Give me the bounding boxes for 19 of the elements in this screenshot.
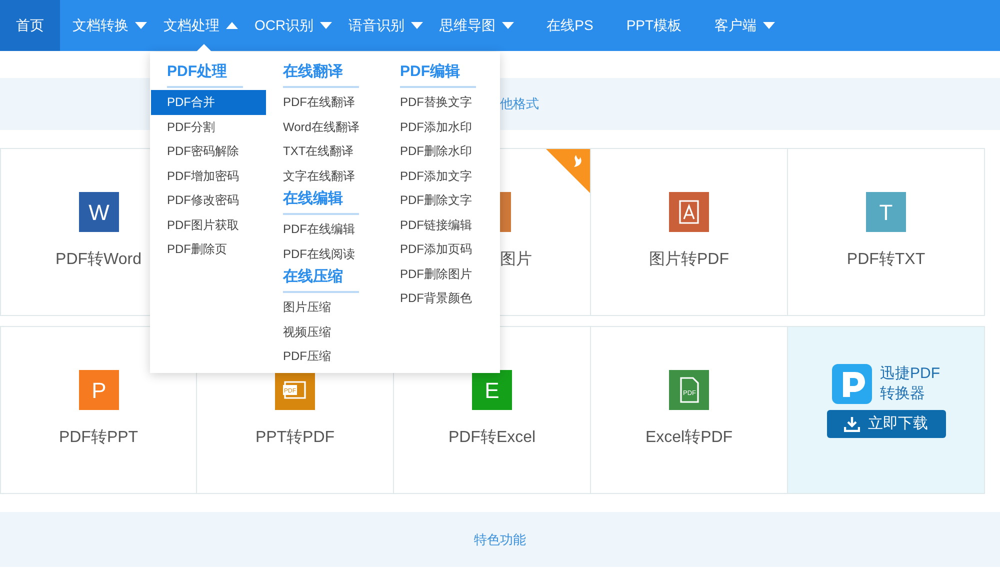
app-name: 转换器: [880, 384, 926, 404]
app-name: 迅捷PDF: [880, 364, 940, 384]
letter-icon: P: [78, 370, 118, 410]
tool-label: Excel转PDF: [645, 428, 733, 448]
tool-label: PDF转Word: [56, 250, 142, 270]
menu-heading: PDF编辑: [400, 61, 476, 88]
menu-heading: 在线编辑: [283, 188, 359, 215]
letter-icon: E: [472, 370, 512, 410]
tool-label: 图片: [500, 250, 532, 270]
tool-label: 图片转PDF: [649, 250, 729, 270]
tool-label: PPT转PDF: [255, 428, 335, 448]
menu-heading: 在线压缩: [283, 266, 359, 293]
letter-icon: T: [866, 192, 906, 232]
menu-heading: PDF处理: [167, 61, 243, 88]
menu-heading: 在线翻译: [283, 61, 359, 88]
tool-label: PDF转Excel: [448, 428, 536, 448]
tool-label: PDF转TXT: [846, 250, 926, 270]
tool-label: PDF转PPT: [58, 428, 138, 448]
letter-icon: W: [78, 192, 118, 232]
